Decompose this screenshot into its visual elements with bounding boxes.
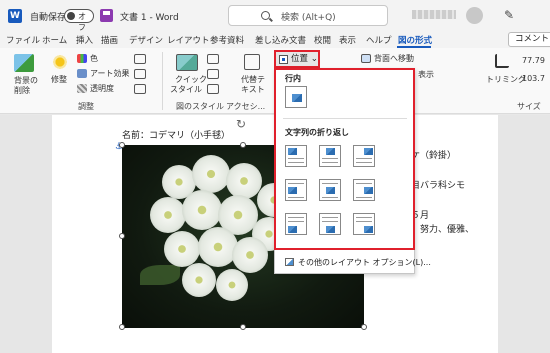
styles-group-label: 図のスタイル	[176, 102, 224, 111]
picture-effects-icon[interactable]	[207, 69, 219, 79]
accessibility-group-label: アクセシ...	[226, 102, 266, 111]
tab-home[interactable]: ホーム	[42, 34, 67, 46]
tab-review[interactable]: 校閲	[314, 34, 331, 46]
picture-layout-icon[interactable]	[207, 84, 219, 94]
quick-styles-label-2[interactable]: スタイル	[170, 84, 202, 95]
tab-file[interactable]: ファイル	[6, 34, 40, 46]
position-label: 位置	[291, 54, 309, 64]
search-icon	[261, 11, 270, 20]
position-icon	[279, 55, 288, 64]
quick-styles-icon	[176, 54, 198, 71]
resize-handle[interactable]	[240, 142, 246, 148]
flower-blossom	[226, 163, 262, 199]
rotate-handle-icon[interactable]: ↻	[236, 117, 246, 131]
tab-layout[interactable]: レイアウト	[167, 34, 210, 46]
autosave-label: 自動保存	[30, 13, 67, 23]
artistic-effects-icon	[77, 69, 87, 78]
alt-text-icon	[244, 54, 260, 70]
toggle-knob	[67, 12, 75, 20]
more-layout-options-label: その他のレイアウト オプション(L)...	[298, 258, 431, 267]
height-field[interactable]: 77.79	[522, 56, 545, 65]
size-group-label: サイズ	[517, 102, 541, 111]
flower-blossom	[232, 237, 268, 273]
ribbon-separator	[162, 52, 163, 110]
resize-handle[interactable]	[240, 324, 246, 330]
avatar[interactable]	[466, 7, 483, 24]
crop-button[interactable]: トリミング	[486, 74, 526, 85]
width-field[interactable]: 103.7	[522, 74, 545, 83]
layout-options-icon	[285, 258, 294, 266]
autosave-toggle[interactable]: オフ	[64, 9, 94, 32]
artistic-effects-button[interactable]: アート効果	[90, 68, 130, 79]
flower-blossom	[192, 155, 230, 193]
document-name-line[interactable]: 名前：コデマリ（小手毬）	[122, 128, 230, 141]
more-layout-options[interactable]: その他のレイアウト オプション(L)...	[285, 257, 431, 268]
autosave-state: オフ	[78, 12, 86, 32]
flower-blossom	[150, 197, 186, 233]
position-button[interactable]: 位置 ⌄	[274, 50, 320, 68]
tab-design[interactable]: デザイン	[129, 34, 163, 46]
bring-forward-icon	[361, 54, 371, 63]
corrections-button[interactable]: 修整	[51, 74, 67, 85]
save-icon[interactable]	[100, 9, 113, 22]
color-button[interactable]: 色	[90, 53, 98, 64]
resize-handle[interactable]	[119, 142, 125, 148]
picture-border-icon[interactable]	[207, 54, 219, 64]
resize-handle[interactable]	[361, 324, 367, 330]
transparency-icon	[77, 84, 87, 93]
flower-blossom	[198, 227, 238, 267]
send-backward-button[interactable]: 背面へ移動	[374, 53, 414, 64]
remove-bg-label-2[interactable]: 削除	[14, 85, 30, 96]
transparency-button[interactable]: 透明度	[90, 83, 114, 94]
user-name[interactable]	[412, 10, 456, 19]
color-icon	[77, 54, 87, 63]
word-logo-icon: W	[8, 9, 22, 23]
tab-insert[interactable]: 挿入	[76, 34, 93, 46]
flower-blossom	[216, 269, 248, 301]
comment-button[interactable]: コメント	[508, 32, 550, 47]
dropdown-highlight-frame	[274, 68, 415, 250]
document-title: 文書 1 - Word	[120, 13, 179, 23]
alt-text-label-2[interactable]: キスト	[241, 84, 265, 95]
tab-help[interactable]: ヘルプ	[366, 34, 392, 46]
adjust-group-label: 調整	[78, 102, 94, 111]
title-bar: W 自動保存 オフ 文書 1 - Word 検索 (Alt+Q) ✎	[0, 0, 550, 32]
resize-handle[interactable]	[119, 233, 125, 239]
pen-icon[interactable]: ✎	[504, 8, 514, 22]
chevron-down-icon: ⌄	[310, 54, 318, 64]
remove-background-icon	[14, 54, 34, 72]
flower-blossom	[182, 190, 222, 230]
reset-picture-icon[interactable]	[134, 84, 146, 94]
tab-references[interactable]: 参考資料	[210, 34, 244, 46]
ribbon-tabs: ファイル ホーム 挿入 描画 デザイン レイアウト 参考資料 差し込み文書 校閲…	[0, 32, 550, 48]
tab-view[interactable]: 表示	[339, 34, 356, 46]
resize-handle[interactable]	[119, 324, 125, 330]
leaf-shape	[140, 265, 180, 285]
corrections-icon	[52, 54, 68, 70]
search-box[interactable]: 検索 (Alt+Q)	[228, 5, 388, 26]
compress-icon[interactable]	[134, 54, 146, 64]
flower-blossom	[182, 263, 216, 297]
tab-draw[interactable]: 描画	[101, 34, 118, 46]
selection-pane-button[interactable]: 表示	[418, 69, 434, 80]
tab-picture-format[interactable]: 図の形式	[398, 34, 432, 46]
search-placeholder: 検索 (Alt+Q)	[281, 13, 336, 23]
change-picture-icon[interactable]	[134, 69, 146, 79]
crop-icon	[495, 54, 509, 68]
flower-blossom	[164, 231, 200, 267]
tab-mailings[interactable]: 差し込み文書	[255, 34, 306, 46]
